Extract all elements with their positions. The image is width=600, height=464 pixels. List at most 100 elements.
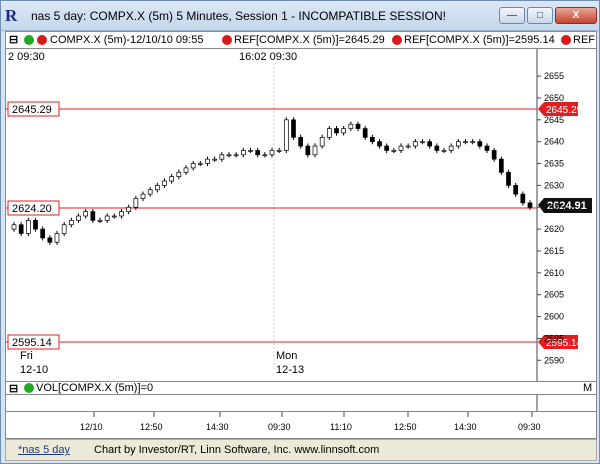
ref3-icon (561, 35, 571, 45)
candle-body (305, 145, 311, 156)
candle-body (212, 158, 218, 161)
candle-body (427, 141, 433, 147)
chart-legend-bar: ⊟ COMPX.X (5m)-12/10/10 09:55 REF[COMPX.… (5, 31, 597, 49)
candle-body (183, 167, 189, 173)
volume-collapse-icon[interactable]: ⊟ (9, 382, 18, 395)
candle-body (441, 150, 447, 152)
red-status-icon (37, 35, 47, 45)
price-tick-label: 2630 (544, 180, 564, 190)
candle-body (405, 145, 411, 148)
candle-body (83, 211, 89, 217)
candle-body (276, 150, 282, 152)
candle-body (326, 128, 332, 138)
candle-body (412, 141, 418, 147)
maximize-button[interactable]: □ (527, 7, 553, 24)
price-tick-label: 2600 (544, 312, 564, 322)
legend-ref1[interactable]: REF[COMPX.X (5m)]=2645.29 (234, 34, 385, 46)
candle-body (334, 128, 339, 134)
workspace-tab[interactable]: *nas 5 day (18, 444, 70, 456)
day-label-mon: Mon (276, 350, 297, 362)
volume-pane[interactable] (5, 395, 597, 411)
collapse-icon[interactable]: ⊟ (9, 33, 18, 46)
candle-body (348, 123, 354, 129)
candle-body (25, 220, 31, 234)
app-logo-icon: R (5, 6, 18, 25)
price-candles (11, 117, 533, 245)
ref-label-upper: 2645.29 (12, 104, 52, 116)
candle-body (190, 163, 196, 169)
price-tick-label: 2645 (544, 115, 564, 125)
candle-body (54, 233, 60, 243)
candle-body (176, 171, 182, 178)
price-tick-label: 2625 (544, 202, 564, 212)
time-tick-label: 12:50 (394, 422, 417, 432)
candle-body (269, 150, 275, 156)
candle-body (40, 228, 46, 239)
status-credit: Chart by Investor/RT, Linn Software, Inc… (94, 444, 380, 456)
candle-body (506, 171, 511, 186)
candle-body (18, 224, 24, 234)
price-tick-label: 2650 (544, 93, 564, 103)
candle-body (362, 128, 368, 138)
top-time-label-2: 16:02 09:30 (239, 51, 297, 63)
candle-body (477, 141, 483, 147)
price-chart[interactable]: 2 09:30 16:02 09:30 2645.29 2624.20 2595… (6, 49, 596, 381)
ref-label-lower: 2595.14 (12, 337, 52, 349)
price-tick-label: 2640 (544, 137, 564, 147)
price-tick-label: 2595 (544, 333, 564, 343)
minimize-button[interactable]: — (499, 7, 525, 24)
price-tick-label: 2615 (544, 246, 564, 256)
candle-body (162, 180, 167, 186)
close-button[interactable]: X (555, 7, 597, 24)
price-tick-label: 2655 (544, 71, 564, 81)
ref1-icon (222, 35, 232, 45)
status-bar: *nas 5 day Chart by Investor/RT, Linn So… (5, 439, 597, 461)
candle-body (355, 123, 361, 129)
volume-status-icon (24, 383, 34, 393)
legend-ref2[interactable]: REF[COMPX.X (5m)]=2595.14 (404, 34, 555, 46)
price-tick-label: 2605 (544, 290, 564, 300)
price-axis-ticks: 2655 2650 2645 2640 2635 2630 2625 2620 2615 2610… (537, 71, 564, 365)
legend-symbol[interactable]: COMPX.X (5m)-12/10/10 09:55 (50, 34, 203, 46)
candle-body (154, 185, 160, 191)
candle-body (470, 141, 476, 144)
candle-body (369, 136, 375, 143)
candle-body (262, 154, 268, 157)
candle-body (384, 145, 390, 151)
candle-body (219, 154, 225, 160)
date-label-mon: 12-13 (276, 364, 304, 376)
legend-ref3[interactable]: REF (573, 34, 595, 46)
price-tick-label: 2610 (544, 268, 564, 278)
candle-body (205, 158, 210, 164)
candle-body (420, 141, 425, 144)
volume-legend-bar: ⊟ VOL[COMPX.X (5m)]=0 M (5, 381, 597, 395)
candle-body (298, 136, 304, 147)
date-label-fri: 12-10 (20, 364, 48, 376)
time-axis[interactable]: 12/10 12:50 14:30 09:30 11:10 12:50 14:30 09:30 (5, 411, 597, 439)
price-pane[interactable]: 2 09:30 16:02 09:30 2645.29 2624.20 2595… (5, 49, 597, 381)
candle-body (111, 215, 117, 218)
candle-body (312, 145, 318, 156)
candle-body (498, 158, 504, 173)
candle-body (104, 215, 110, 221)
candle-body (484, 145, 490, 151)
time-tick-label: 09:30 (268, 422, 291, 432)
candle-body (76, 215, 81, 221)
title-bar[interactable]: R nas 5 day: COMPX.X (5m) 5 Minutes, Ses… (1, 1, 599, 31)
top-time-label-1: 2 09:30 (8, 51, 45, 63)
volume-chart (536, 395, 538, 411)
candle-body (119, 211, 124, 217)
candle-body (248, 150, 253, 152)
candle-body (455, 141, 461, 147)
candle-body (291, 119, 296, 138)
time-tick-label: 14:30 (454, 422, 477, 432)
candle-body (233, 154, 239, 157)
candle-body (126, 206, 132, 212)
candle-body (491, 150, 497, 160)
candle-body (169, 176, 175, 182)
price-tick-label: 2590 (544, 355, 564, 365)
green-status-icon (24, 35, 34, 45)
volume-label[interactable]: VOL[COMPX.X (5m)]=0 (36, 382, 153, 394)
time-tick-label: 12:50 (140, 422, 163, 432)
candle-body (527, 202, 533, 208)
